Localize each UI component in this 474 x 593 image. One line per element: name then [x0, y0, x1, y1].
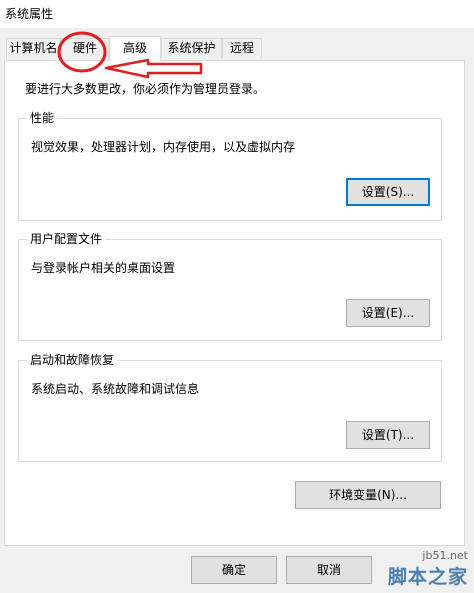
admin-notice: 要进行大多数更改，你必须作为管理员登录。	[25, 82, 266, 96]
group-label-user-profiles: 用户配置文件	[27, 231, 106, 247]
performance-description: 视觉效果，处理器计划，内存使用，以及虚拟内存	[31, 140, 296, 154]
tab-remote[interactable]: 远程	[222, 38, 262, 58]
startup-recovery-description: 系统启动、系统故障和调试信息	[31, 382, 200, 396]
title-bar: 系统属性	[0, 0, 474, 28]
tab-computer-name[interactable]: 计算机名	[6, 38, 61, 58]
tab-label: 系统保护	[167, 41, 216, 55]
performance-settings-button[interactable]: 设置(S)...	[346, 178, 430, 206]
user-profiles-settings-button[interactable]: 设置(E)...	[346, 299, 430, 327]
cancel-button[interactable]: 取消	[286, 556, 372, 584]
group-label-startup-recovery: 启动和故障恢复	[27, 352, 118, 368]
group-label-performance: 性能	[27, 110, 58, 126]
user-profiles-description: 与登录帐户相关的桌面设置	[31, 261, 176, 275]
watermark-url: jb51.net	[422, 549, 468, 562]
tab-label: 计算机名	[9, 41, 58, 55]
tab-advanced[interactable]: 高级	[109, 36, 161, 61]
window-title: 系统属性	[5, 7, 54, 21]
ok-button[interactable]: 确定	[191, 556, 277, 584]
tab-hardware[interactable]: 硬件	[61, 38, 109, 58]
tab-label: 远程	[229, 41, 254, 55]
watermark-logo: 脚本之家	[387, 566, 468, 588]
tab-system-protection[interactable]: 系统保护	[161, 38, 222, 58]
startup-recovery-settings-button[interactable]: 设置(T)...	[346, 421, 430, 449]
tab-label: 硬件	[72, 41, 97, 55]
tab-label: 高级	[122, 41, 147, 55]
watermark: jb51.net 脚本之家	[388, 549, 468, 589]
environment-variables-button[interactable]: 环境变量(N)...	[295, 481, 441, 509]
